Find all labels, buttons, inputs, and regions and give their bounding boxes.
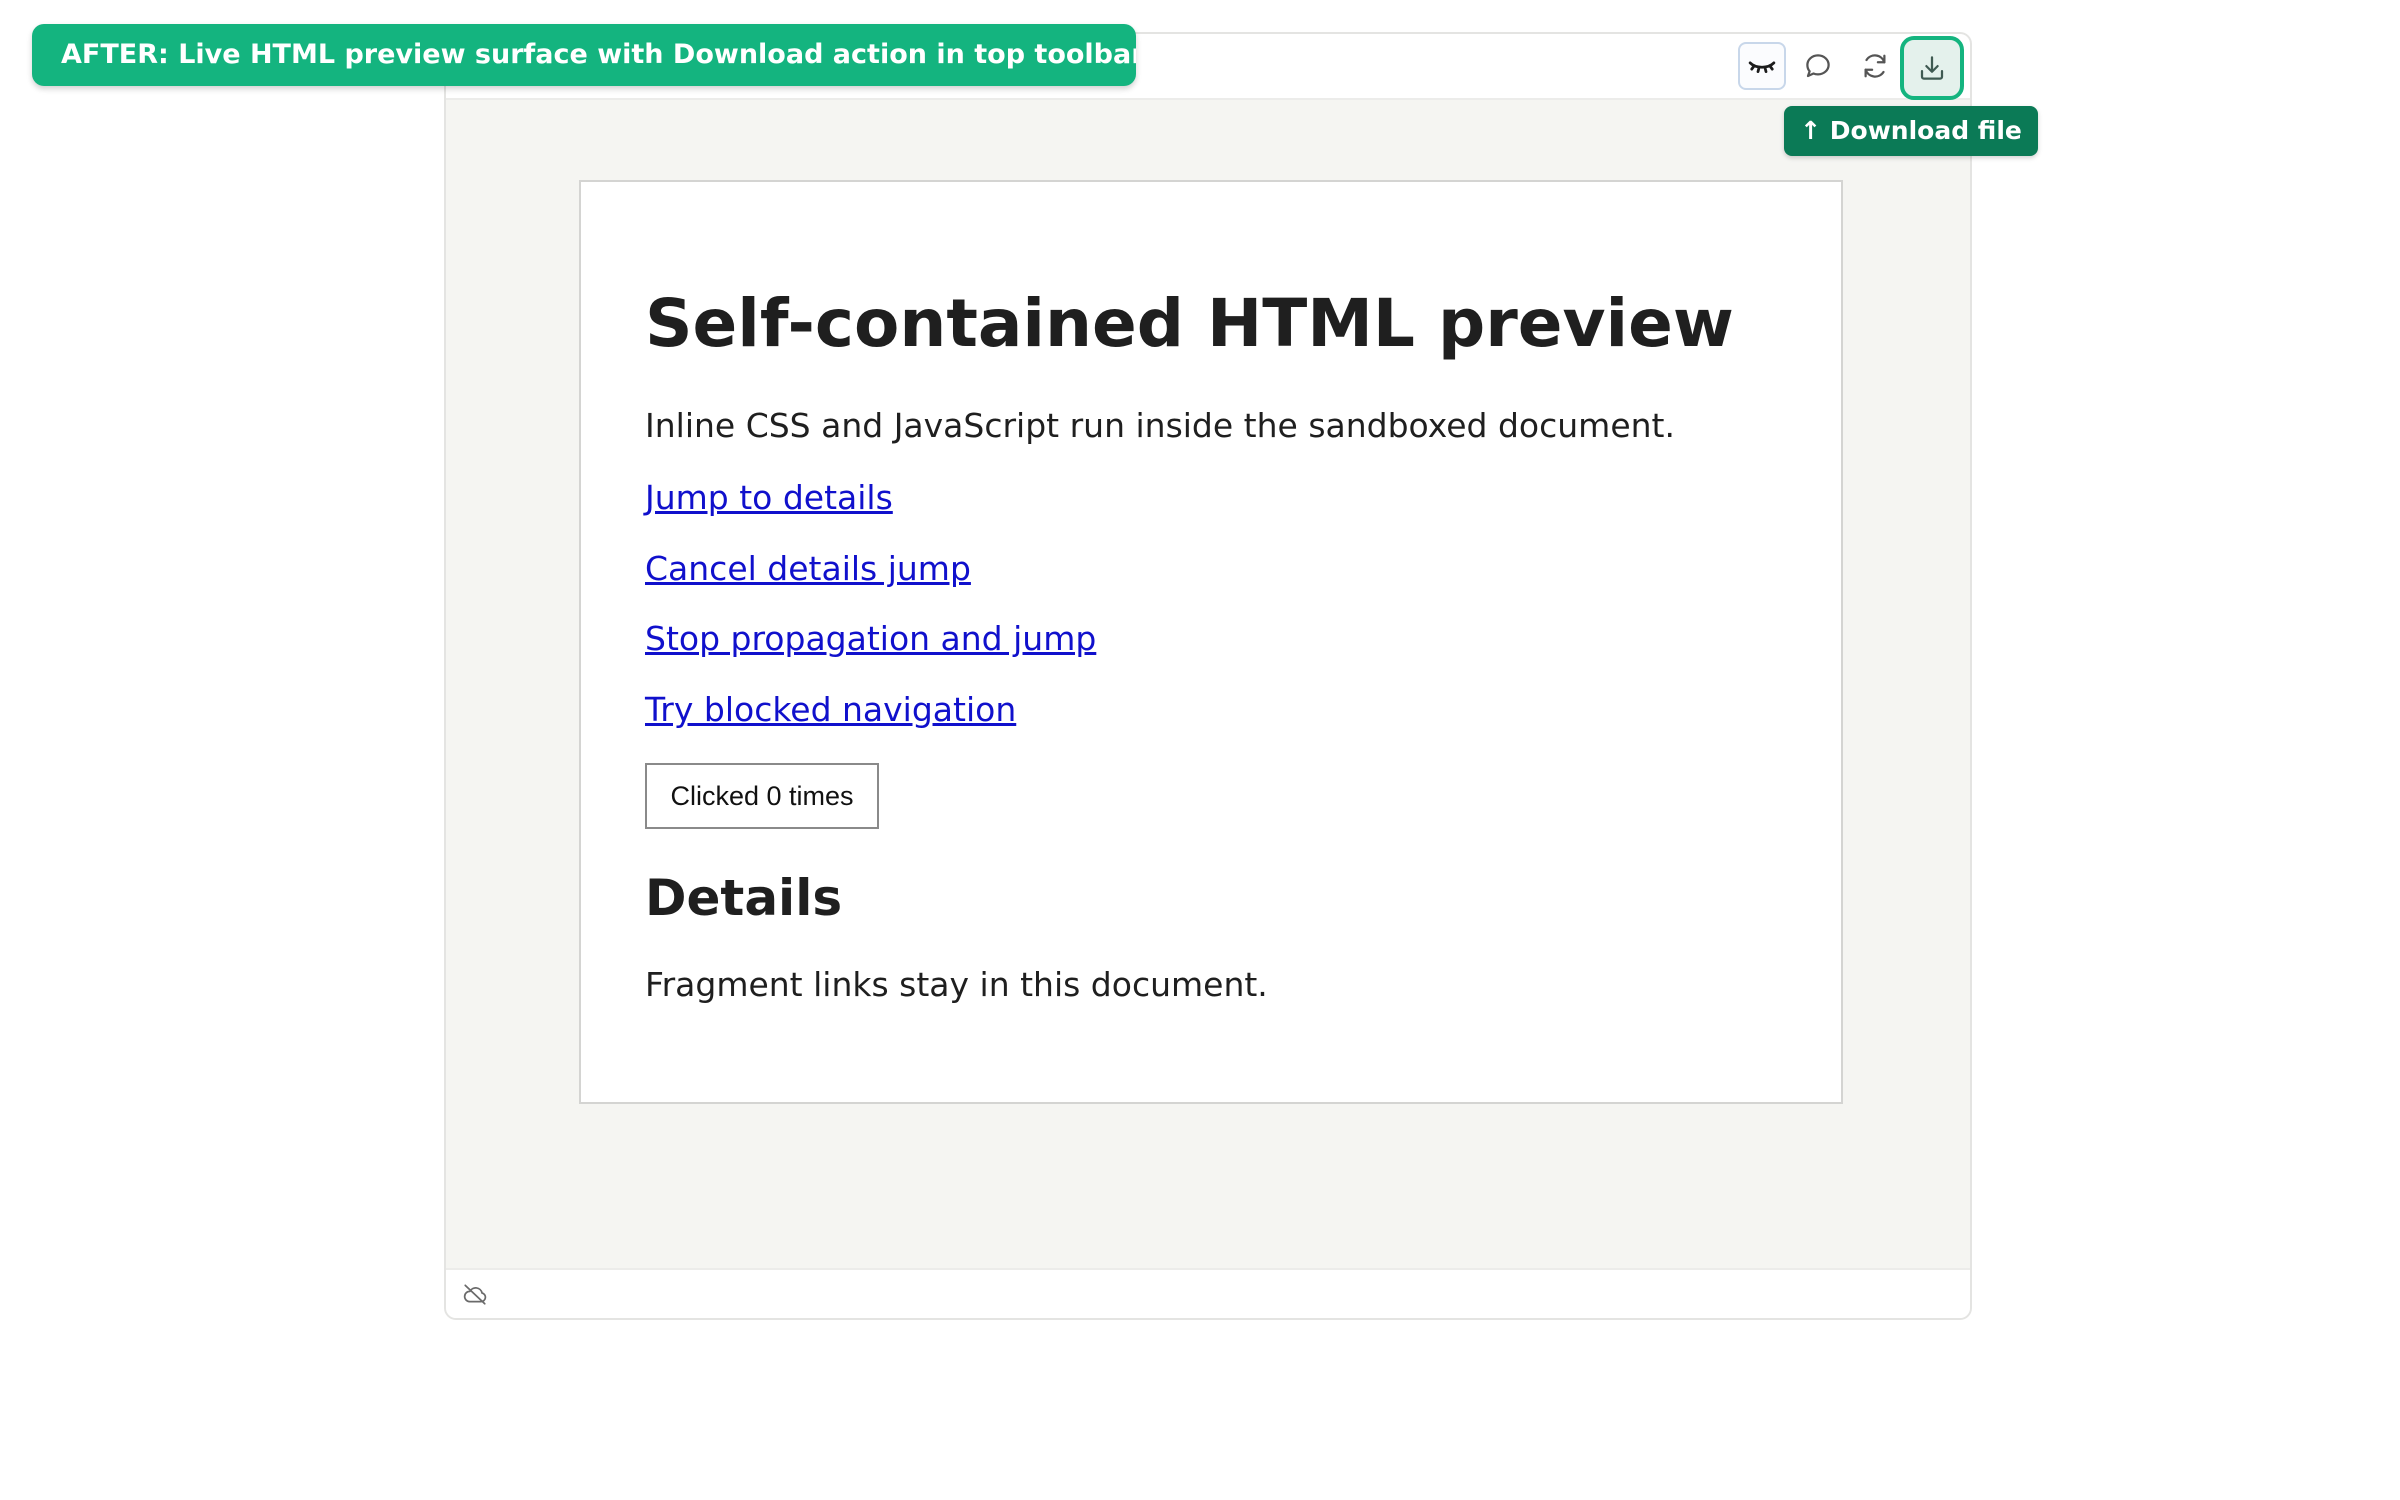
jump-to-details-link[interactable]: Jump to details	[645, 476, 893, 520]
download-tooltip: ↑ Download file	[1784, 106, 2038, 156]
click-counter-button[interactable]: Clicked 0 times	[645, 763, 879, 829]
status-bar	[446, 1268, 1970, 1318]
stop-propagation-link[interactable]: Stop propagation and jump	[645, 617, 1096, 661]
blocked-navigation-link[interactable]: Try blocked navigation	[645, 688, 1016, 732]
preview-toggle-button[interactable]	[1738, 42, 1786, 90]
details-heading: Details	[645, 869, 843, 927]
document-title: Self-contained HTML preview	[645, 285, 1734, 362]
refresh-icon	[1864, 54, 1886, 78]
document-description: Inline CSS and JavaScript run inside the…	[645, 406, 1675, 445]
html-preview-panel: Self-contained HTML preview Inline CSS a…	[444, 32, 1972, 1320]
refresh-button[interactable]	[1851, 42, 1899, 90]
download-button[interactable]	[1900, 36, 1964, 100]
sandboxed-document: Self-contained HTML preview Inline CSS a…	[579, 180, 1843, 1104]
closed-eye-icon	[1748, 61, 1776, 73]
details-text: Fragment links stay in this document.	[645, 965, 1268, 1004]
cancel-details-jump-link[interactable]: Cancel details jump	[645, 547, 971, 591]
download-icon	[1920, 56, 1944, 80]
comment-icon	[1806, 54, 1830, 78]
cloud-off-icon	[463, 1284, 487, 1305]
annotation-banner: AFTER: Live HTML preview surface with Do…	[32, 24, 1136, 86]
comment-button[interactable]	[1794, 42, 1842, 90]
